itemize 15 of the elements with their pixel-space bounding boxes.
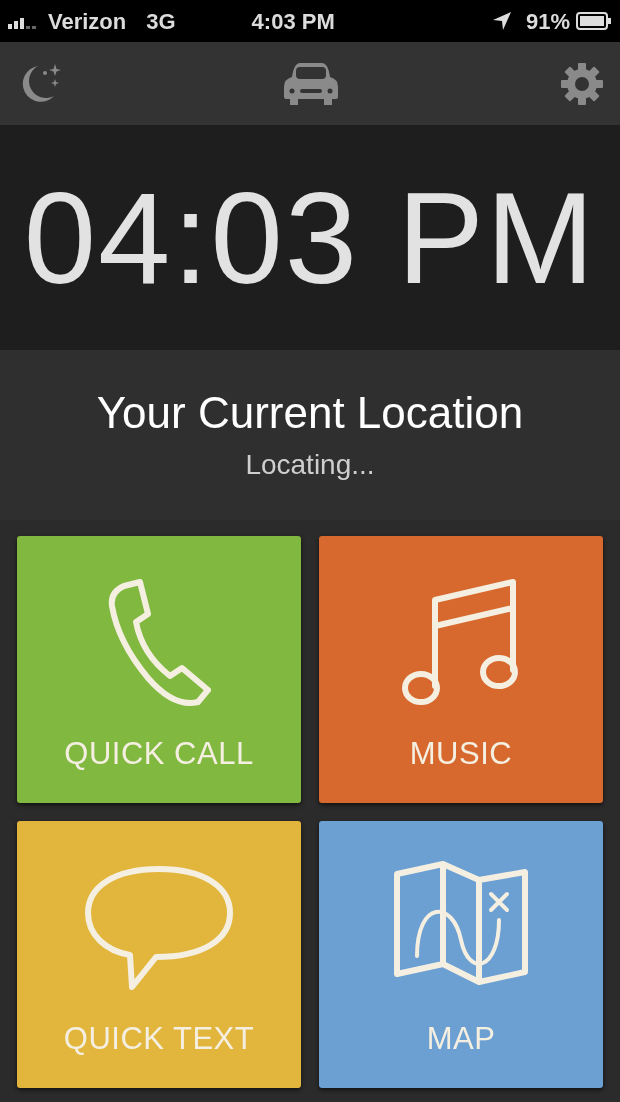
location-arrow-icon: [491, 11, 512, 31]
carrier-name: Verizon: [48, 7, 127, 36]
app-tile[interactable]: MUSIC: [319, 536, 603, 803]
app-tile[interactable]: QUICK CALL: [17, 536, 301, 803]
settings-icon[interactable]: [560, 61, 604, 106]
network-type: 3G: [146, 7, 176, 36]
location-status: Locating...: [245, 447, 375, 482]
car-icon[interactable]: [282, 60, 340, 107]
battery-icon: [576, 12, 612, 30]
clock-time: 04:03 PM: [23, 172, 597, 303]
battery-percent: 91%: [525, 7, 570, 36]
status-time: 4:03 PM: [251, 7, 335, 36]
location-title: Your Current Location: [96, 386, 524, 439]
app-tile[interactable]: QUICK TEXT: [17, 821, 301, 1088]
app-tile[interactable]: MAP: [319, 821, 603, 1088]
